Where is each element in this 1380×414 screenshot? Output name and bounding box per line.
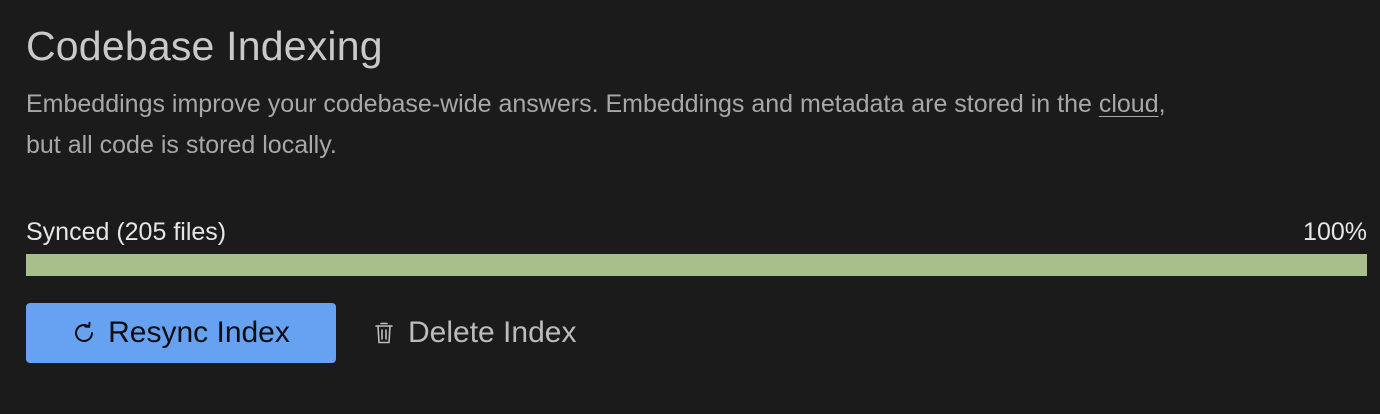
- resync-index-label: Resync Index: [108, 316, 290, 349]
- sync-status-label: Synced (205 files): [26, 218, 227, 246]
- resync-index-button[interactable]: Resync Index: [26, 303, 336, 363]
- cloud-link[interactable]: cloud: [1099, 90, 1159, 118]
- trash-icon: [374, 321, 394, 345]
- delete-index-button[interactable]: Delete Index: [374, 303, 576, 363]
- delete-index-label: Delete Index: [408, 316, 577, 349]
- description: Embeddings improve your codebase-wide an…: [26, 84, 1367, 166]
- description-line-1: Embeddings improve your codebase-wide an…: [26, 84, 1367, 125]
- description-line-2: but all code is stored locally.: [26, 131, 337, 159]
- description-text: Embeddings improve your codebase-wide an…: [26, 90, 1099, 118]
- description-comma: ,: [1158, 90, 1166, 118]
- sync-percentage: 100%: [1303, 218, 1367, 246]
- sync-progress-fill: [26, 254, 1367, 276]
- refresh-icon: [72, 321, 96, 345]
- sync-status-row: Synced (205 files) 100%: [26, 214, 1367, 250]
- page-title: Codebase Indexing: [26, 23, 383, 69]
- sync-progress-bar: [26, 254, 1367, 276]
